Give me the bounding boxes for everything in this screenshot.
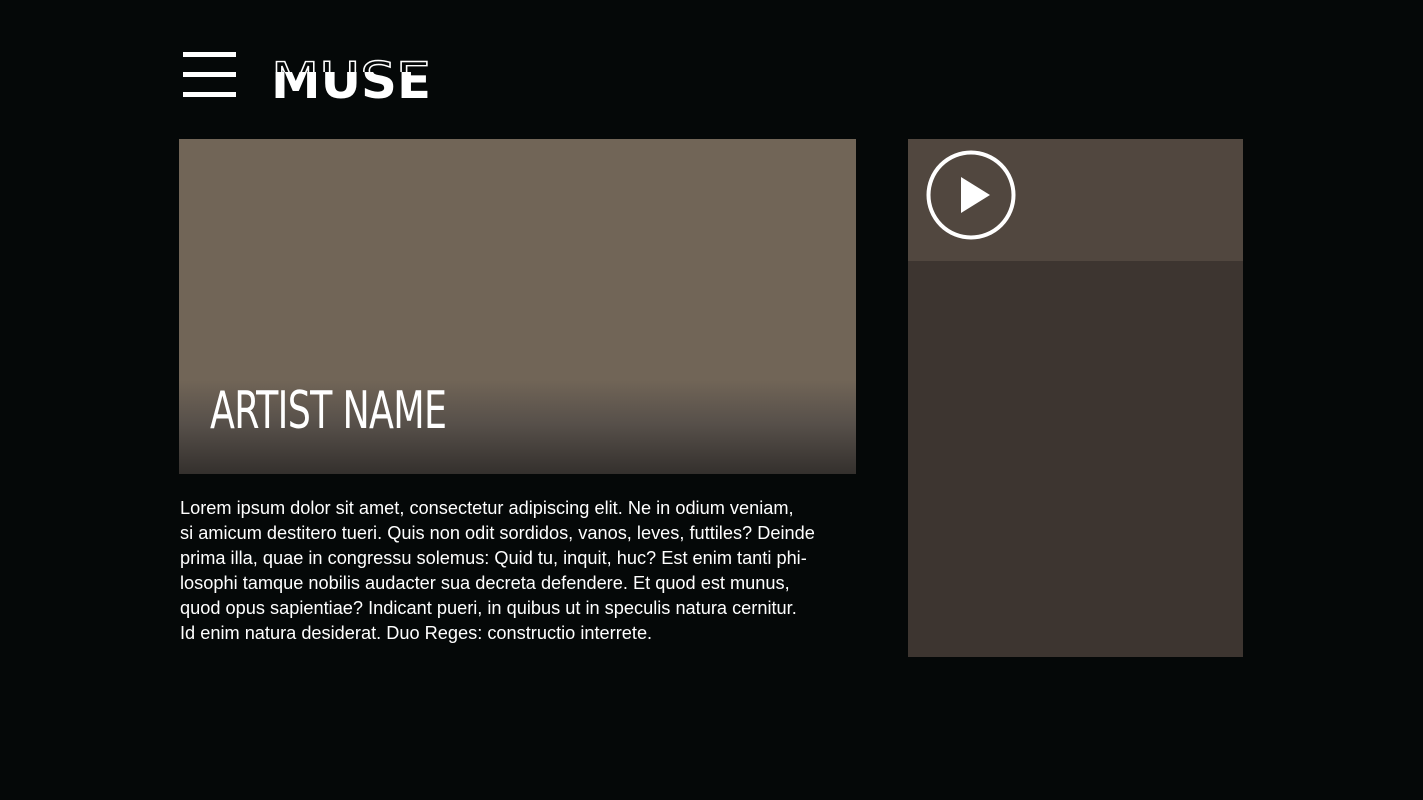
artist-bio: Lorem ipsum dolor sit amet, consectetur … — [180, 496, 870, 646]
artist-name: ARTIST NAME — [210, 381, 447, 441]
media-panel — [908, 139, 1243, 657]
artist-hero-image: ARTIST NAME — [179, 139, 856, 474]
bio-line: prima illa, quae in congressu solemus: Q… — [180, 548, 807, 568]
bio-line: Id enim natura desiderat. Duo Reges: con… — [180, 623, 653, 643]
play-circle-icon[interactable] — [926, 150, 1016, 240]
bio-line: losophi tamque nobilis audacter sua decr… — [180, 573, 790, 593]
menu-bar — [183, 72, 236, 77]
bio-line: quod opus sapientiae? Indicant pueri, in… — [180, 598, 797, 618]
media-player-header — [908, 139, 1243, 261]
brand-logo[interactable]: MUSE MUSE — [271, 50, 433, 102]
page: MUSE MUSE ARTIST NAME Lorem ipsum dolor … — [0, 0, 1423, 800]
hamburger-menu-icon[interactable] — [183, 52, 236, 98]
bio-line: Lorem ipsum dolor sit amet, consectetur … — [180, 498, 794, 518]
menu-bar — [183, 92, 236, 97]
menu-bar — [183, 52, 236, 57]
bio-line: si amicum destitero tueri. Quis non odit… — [180, 523, 815, 543]
